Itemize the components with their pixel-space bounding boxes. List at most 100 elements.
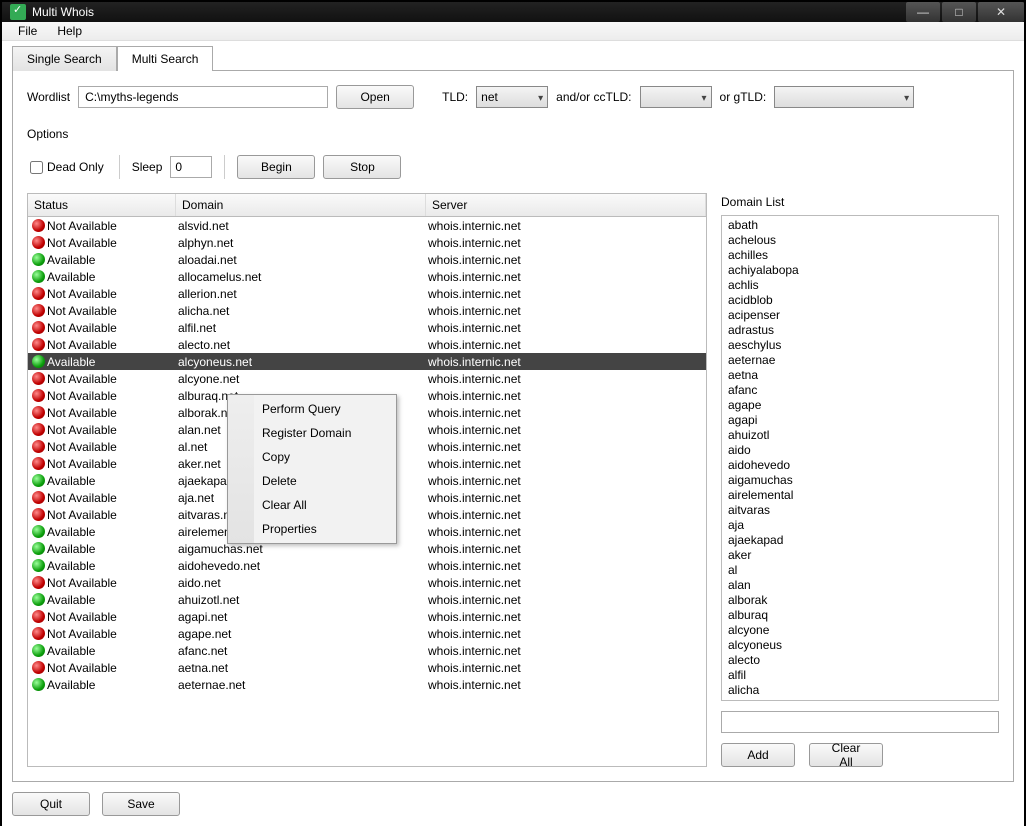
wordlist-label: Wordlist bbox=[27, 90, 70, 104]
table-row[interactable]: Not Availablealecto.netwhois.internic.ne… bbox=[28, 336, 706, 353]
status-text: Not Available bbox=[47, 406, 117, 420]
list-item[interactable]: alecto bbox=[724, 653, 996, 668]
tld-select[interactable]: net bbox=[476, 86, 548, 108]
domain-list[interactable]: abathachelousachillesachiyalabopaachlisa… bbox=[721, 215, 999, 701]
not-available-icon bbox=[32, 440, 45, 453]
list-item[interactable]: achilles bbox=[724, 248, 996, 263]
list-item[interactable]: achiyalabopa bbox=[724, 263, 996, 278]
list-item[interactable]: alicha bbox=[724, 683, 996, 698]
status-text: Not Available bbox=[47, 661, 117, 675]
table-row[interactable]: Availablealoadai.netwhois.internic.net bbox=[28, 251, 706, 268]
list-item[interactable]: aitvaras bbox=[724, 503, 996, 518]
list-item[interactable]: alcyone bbox=[724, 623, 996, 638]
table-row[interactable]: Not Availableaetna.netwhois.internic.net bbox=[28, 659, 706, 676]
col-domain[interactable]: Domain bbox=[176, 194, 426, 216]
list-item[interactable]: acidblob bbox=[724, 293, 996, 308]
stop-button[interactable]: Stop bbox=[323, 155, 401, 179]
save-button[interactable]: Save bbox=[102, 792, 180, 816]
list-item[interactable]: achelous bbox=[724, 233, 996, 248]
table-row[interactable]: Availablealcyoneus.netwhois.internic.net bbox=[28, 353, 706, 370]
domain-cell: alsvid.net bbox=[176, 219, 426, 233]
gtld-select[interactable] bbox=[774, 86, 914, 108]
table-row[interactable]: Availableahuizotl.netwhois.internic.net bbox=[28, 591, 706, 608]
list-item[interactable]: airelemental bbox=[724, 488, 996, 503]
minimize-button[interactable]: ― bbox=[906, 2, 940, 22]
wordlist-input[interactable] bbox=[78, 86, 328, 108]
context-menu-item[interactable]: Clear All bbox=[230, 493, 394, 517]
status-text: Available bbox=[47, 525, 95, 539]
cctld-select[interactable] bbox=[640, 86, 712, 108]
list-item[interactable]: aja bbox=[724, 518, 996, 533]
context-menu-item[interactable]: Delete bbox=[230, 469, 394, 493]
status-text: Not Available bbox=[47, 423, 117, 437]
not-available-icon bbox=[32, 372, 45, 385]
list-item[interactable]: alan bbox=[724, 578, 996, 593]
table-row[interactable]: Not Availablealsvid.netwhois.internic.ne… bbox=[28, 217, 706, 234]
table-row[interactable]: Not Availableagapi.netwhois.internic.net bbox=[28, 608, 706, 625]
tab-multi-search[interactable]: Multi Search bbox=[117, 46, 214, 71]
list-item[interactable]: alcyoneus bbox=[724, 638, 996, 653]
sleep-input[interactable] bbox=[170, 156, 212, 178]
available-icon bbox=[32, 542, 45, 555]
list-item[interactable]: al bbox=[724, 563, 996, 578]
status-text: Not Available bbox=[47, 219, 117, 233]
list-item[interactable]: aker bbox=[724, 548, 996, 563]
list-item[interactable]: aido bbox=[724, 443, 996, 458]
list-item[interactable]: abath bbox=[724, 218, 996, 233]
table-row[interactable]: Not Availableaido.netwhois.internic.net bbox=[28, 574, 706, 591]
table-row[interactable]: Not Availableallerion.netwhois.internic.… bbox=[28, 285, 706, 302]
list-item[interactable]: aidohevedo bbox=[724, 458, 996, 473]
maximize-button[interactable]: □ bbox=[942, 2, 976, 22]
server-cell: whois.internic.net bbox=[426, 627, 706, 641]
context-menu-item[interactable]: Copy bbox=[230, 445, 394, 469]
open-button[interactable]: Open bbox=[336, 85, 414, 109]
quit-button[interactable]: Quit bbox=[12, 792, 90, 816]
table-row[interactable]: Not Availablealfil.netwhois.internic.net bbox=[28, 319, 706, 336]
context-menu-item[interactable]: Perform Query bbox=[230, 397, 394, 421]
domain-cell: alcyone.net bbox=[176, 372, 426, 386]
dead-only-checkbox[interactable]: Dead Only bbox=[27, 157, 107, 177]
list-item[interactable]: achlis bbox=[724, 278, 996, 293]
chevron-down-icon bbox=[701, 90, 706, 104]
table-row[interactable]: Availableallocamelus.netwhois.internic.n… bbox=[28, 268, 706, 285]
status-text: Not Available bbox=[47, 576, 117, 590]
list-item[interactable]: alborak bbox=[724, 593, 996, 608]
list-item[interactable]: aeternae bbox=[724, 353, 996, 368]
menu-file[interactable]: File bbox=[8, 22, 47, 40]
list-item[interactable]: afanc bbox=[724, 383, 996, 398]
table-row[interactable]: Not Availablealcyone.netwhois.internic.n… bbox=[28, 370, 706, 387]
table-row[interactable]: Availableaeternae.netwhois.internic.net bbox=[28, 676, 706, 693]
list-item[interactable]: agape bbox=[724, 398, 996, 413]
list-item[interactable]: alburaq bbox=[724, 608, 996, 623]
context-menu-item[interactable]: Register Domain bbox=[230, 421, 394, 445]
list-item[interactable]: aigamuchas bbox=[724, 473, 996, 488]
col-server[interactable]: Server bbox=[426, 194, 706, 216]
close-button[interactable]: ✕ bbox=[978, 2, 1024, 22]
domain-list-input[interactable] bbox=[721, 711, 999, 733]
available-icon bbox=[32, 355, 45, 368]
clear-all-button[interactable]: Clear All bbox=[809, 743, 883, 767]
server-cell: whois.internic.net bbox=[426, 491, 706, 505]
context-menu-item[interactable]: Properties bbox=[230, 517, 394, 541]
list-item[interactable]: ahuizotl bbox=[724, 428, 996, 443]
list-item[interactable]: adrastus bbox=[724, 323, 996, 338]
server-cell: whois.internic.net bbox=[426, 355, 706, 369]
list-item[interactable]: aetna bbox=[724, 368, 996, 383]
table-row[interactable]: Not Availableagape.netwhois.internic.net bbox=[28, 625, 706, 642]
table-row[interactable]: Not Availablealicha.netwhois.internic.ne… bbox=[28, 302, 706, 319]
table-row[interactable]: Availableaidohevedo.netwhois.internic.ne… bbox=[28, 557, 706, 574]
list-item[interactable]: ajaekapad bbox=[724, 533, 996, 548]
add-button[interactable]: Add bbox=[721, 743, 795, 767]
table-row[interactable]: Not Availablealphyn.netwhois.internic.ne… bbox=[28, 234, 706, 251]
begin-button[interactable]: Begin bbox=[237, 155, 315, 179]
domain-cell: agapi.net bbox=[176, 610, 426, 624]
list-item[interactable]: acipenser bbox=[724, 308, 996, 323]
list-item[interactable]: agapi bbox=[724, 413, 996, 428]
list-item[interactable]: alfil bbox=[724, 668, 996, 683]
col-status[interactable]: Status bbox=[28, 194, 176, 216]
tab-single-search[interactable]: Single Search bbox=[12, 46, 117, 71]
list-item[interactable]: aeschylus bbox=[724, 338, 996, 353]
table-row[interactable]: Availableafanc.netwhois.internic.net bbox=[28, 642, 706, 659]
dead-only-input[interactable] bbox=[30, 161, 43, 174]
menu-help[interactable]: Help bbox=[47, 22, 92, 40]
